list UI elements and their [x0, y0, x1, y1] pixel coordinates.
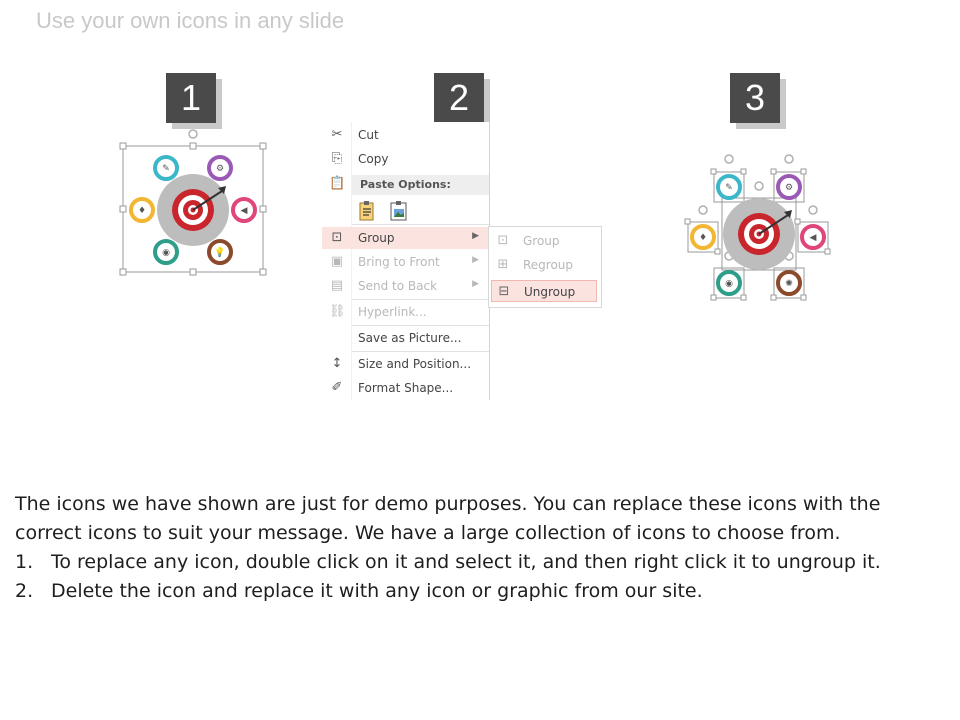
- menu-item-label: Hyperlink...: [358, 305, 427, 319]
- menu-item-label: Group: [358, 231, 395, 245]
- svg-text:◉: ◉: [162, 248, 170, 258]
- list-text: To replace any icon, double click on it …: [51, 551, 881, 573]
- clipboard-icon: 📋: [329, 176, 346, 191]
- step-badge-1: 1: [166, 73, 216, 123]
- menu-item-label: Send to Back: [358, 279, 438, 293]
- svg-text:◀: ◀: [241, 206, 248, 216]
- group-icon: ⊡: [331, 230, 343, 245]
- paste-picture-icon: [390, 201, 407, 221]
- paste-options-label: Paste Options:: [360, 178, 451, 191]
- menu-item-cut[interactable]: ✂ Cut: [322, 124, 489, 146]
- diagram-selected-group[interactable]: ✎ ⚙ ◀ ♦ ◉ 💡: [118, 128, 270, 276]
- hyperlink-icon: ⛓: [329, 304, 346, 319]
- list-number: 2.: [15, 580, 34, 602]
- step-badge-3: 3: [730, 73, 780, 123]
- group-submenu: ⊡ Group ⊞ Regroup ⊟ Ungroup: [488, 226, 602, 308]
- submenu-item-label: Group: [523, 234, 560, 248]
- paste-picture-button[interactable]: [388, 200, 410, 222]
- menu-item-group[interactable]: ⊡ Group ▶: [322, 227, 489, 249]
- menu-separator: [352, 351, 489, 352]
- instructions-text: The icons we have shown are just for dem…: [15, 490, 935, 606]
- paste-text-icon: [359, 201, 374, 221]
- submenu-item-label: Regroup: [523, 258, 574, 272]
- svg-text:✎: ✎: [725, 183, 733, 193]
- diagram-ungrouped[interactable]: ✎ ⚙ ◀ ♦ ◉ ✺: [682, 150, 834, 306]
- context-menu: ✂ Cut ⎘ Copy 📋 Paste Options: ⊡ Group ▶ …: [322, 122, 490, 400]
- intro-paragraph: The icons we have shown are just for dem…: [15, 493, 881, 544]
- copy-icon: ⎘: [331, 151, 343, 166]
- regroup-icon: ⊞: [497, 257, 509, 272]
- menu-item-size-and-position[interactable]: ↕ Size and Position...: [322, 353, 489, 375]
- submenu-arrow-icon: ▶: [472, 231, 479, 241]
- svg-text:◉: ◉: [725, 279, 733, 289]
- svg-text:✺: ✺: [785, 279, 793, 289]
- menu-separator: [352, 325, 489, 326]
- rotate-handle-icon[interactable]: [188, 129, 198, 139]
- menu-item-copy[interactable]: ⎘ Copy: [322, 148, 489, 170]
- svg-text:♦: ♦: [699, 233, 707, 243]
- target-diagram-3[interactable]: ✎ ⚙ ◀ ♦ ◉ ✺: [682, 150, 834, 306]
- svg-text:⚙: ⚙: [785, 183, 793, 193]
- list-number: 1.: [15, 551, 34, 573]
- scissors-icon: ✂: [331, 127, 343, 142]
- menu-separator: [352, 299, 489, 300]
- menu-item-send-to-back[interactable]: ▤ Send to Back ▶: [322, 275, 489, 297]
- submenu-item-label: Ungroup: [524, 285, 576, 299]
- menu-item-label: Copy: [358, 152, 389, 166]
- menu-item-bring-to-front[interactable]: ▣ Bring to Front ▶: [322, 251, 489, 273]
- slide-title: Use your own icons in any slide: [36, 8, 345, 33]
- menu-item-label: Save as Picture...: [358, 331, 462, 345]
- menu-separator: [352, 224, 489, 225]
- menu-item-label: Format Shape...: [358, 381, 454, 395]
- menu-item-label: Size and Position...: [358, 357, 472, 371]
- menu-item-label: Bring to Front: [358, 255, 440, 269]
- size-position-icon: ↕: [331, 356, 343, 371]
- format-shape-icon: ✐: [331, 380, 343, 395]
- submenu-item-regroup[interactable]: ⊞ Regroup: [491, 254, 597, 276]
- svg-text:💡: 💡: [214, 246, 225, 258]
- list-item: 2. Delete the icon and replace it with a…: [15, 577, 935, 606]
- ungroup-icon: ⊟: [498, 284, 510, 299]
- list-item: 1. To replace any icon, double click on …: [15, 548, 935, 577]
- list-text: Delete the icon and replace it with any …: [51, 580, 703, 602]
- send-back-icon: ▤: [330, 278, 344, 293]
- menu-item-format-shape[interactable]: ✐ Format Shape...: [322, 377, 489, 399]
- svg-text:♦: ♦: [138, 206, 146, 216]
- submenu-item-ungroup[interactable]: ⊟ Ungroup: [491, 280, 597, 302]
- target-diagram-1[interactable]: ✎ ⚙ ◀ ♦ ◉ 💡: [118, 128, 270, 276]
- svg-text:⚙: ⚙: [216, 164, 224, 174]
- step-badge-2: 2: [434, 73, 484, 123]
- bring-front-icon: ▣: [330, 254, 344, 269]
- paste-options-header: Paste Options:: [352, 175, 489, 195]
- menu-item-hyperlink[interactable]: ⛓ Hyperlink...: [322, 301, 489, 323]
- group-icon: ⊡: [497, 233, 509, 248]
- svg-text:◀: ◀: [810, 233, 817, 243]
- menu-item-label: Cut: [358, 128, 379, 142]
- svg-text:✎: ✎: [162, 164, 170, 174]
- menu-item-save-as-picture[interactable]: Save as Picture...: [322, 327, 489, 349]
- submenu-arrow-icon: ▶: [472, 279, 479, 289]
- submenu-arrow-icon: ▶: [472, 255, 479, 265]
- paste-keep-formatting-button[interactable]: [356, 200, 378, 222]
- submenu-item-group[interactable]: ⊡ Group: [491, 230, 597, 252]
